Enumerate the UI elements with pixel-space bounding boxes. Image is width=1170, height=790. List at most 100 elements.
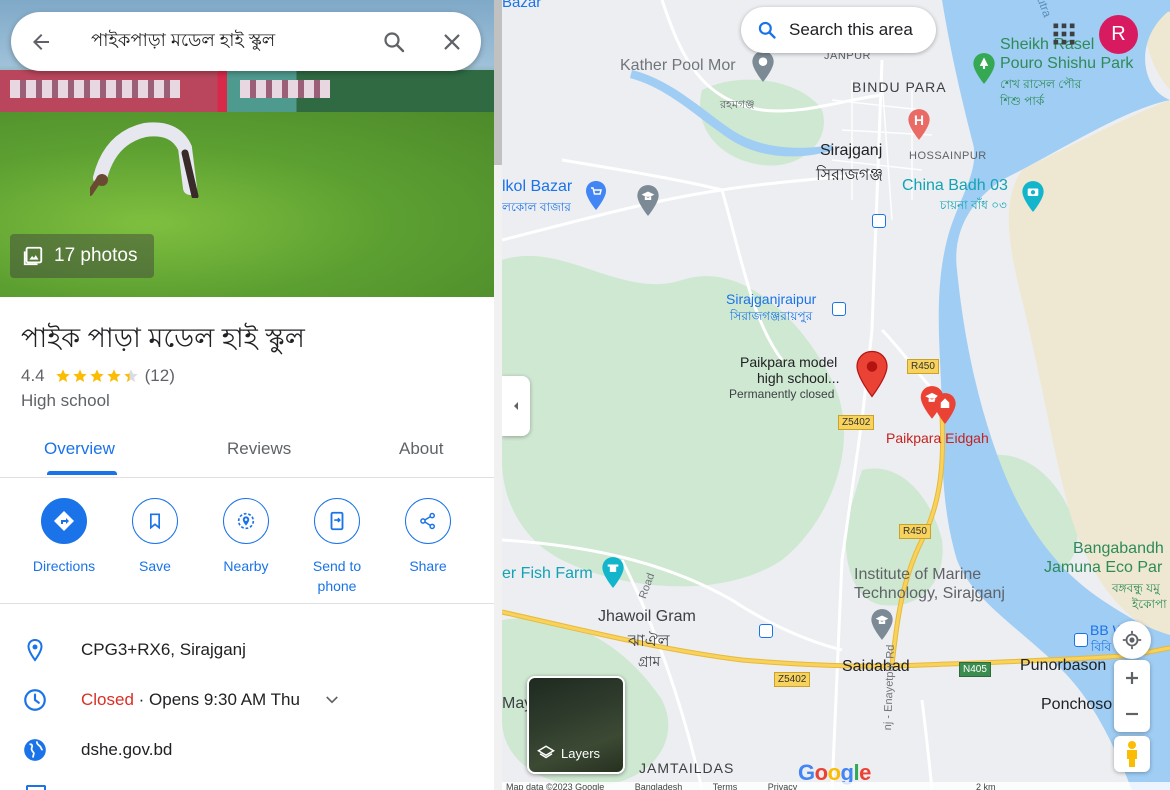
website-row[interactable]: dshe.gov.bd — [0, 725, 494, 775]
eidgah-icon[interactable] — [932, 392, 958, 426]
save-label: Save — [139, 558, 171, 574]
selected-place-label-2[interactable]: high school... — [757, 370, 840, 386]
map-label[interactable]: Bangabandh — [1073, 540, 1164, 558]
place-category[interactable]: High school — [21, 391, 110, 411]
map-label[interactable]: Paikpara Eidgah — [886, 430, 989, 446]
map-label: BINDU PARA — [852, 79, 947, 95]
tab-reviews[interactable]: Reviews — [227, 439, 291, 459]
map-label[interactable]: Technology, Sirajganj — [854, 585, 1005, 603]
privacy-link[interactable]: Privacy — [768, 782, 798, 790]
map-label[interactable]: ইকোপা — [1132, 596, 1167, 616]
zoom-out-button[interactable] — [1124, 696, 1140, 732]
scale-label[interactable]: 2 km — [976, 782, 996, 790]
close-icon — [444, 33, 460, 50]
map-attribution: Map data ©2023 Google — [506, 782, 605, 790]
train-station-icon[interactable] — [832, 302, 846, 316]
tab-overview[interactable]: Overview — [44, 439, 115, 459]
share-label: Share — [409, 558, 447, 574]
school-gray-icon[interactable] — [635, 184, 661, 218]
save-button[interactable]: Save — [109, 498, 201, 576]
hours-row[interactable]: Closed · Opens 9:30 AM Thu — [0, 675, 494, 725]
camera-attraction-icon[interactable] — [1020, 180, 1046, 214]
my-location-icon — [1122, 630, 1142, 650]
account-avatar[interactable]: R — [1099, 15, 1138, 54]
map-label: সিরাজগঞ্জ — [816, 167, 884, 184]
road-shield: Z5402 — [774, 672, 811, 687]
map-label[interactable]: Bazar — [502, 0, 541, 11]
hospital-icon[interactable]: H — [906, 108, 932, 142]
zoom-in-button[interactable] — [1124, 660, 1140, 696]
nearby-button[interactable]: Nearby — [200, 498, 292, 576]
directions-button[interactable]: Directions — [18, 498, 110, 576]
website-link: dshe.gov.bd — [81, 740, 173, 759]
send-to-phone-icon — [330, 511, 344, 531]
collapse-panel-button[interactable] — [502, 376, 530, 436]
map-label[interactable]: চায়না বাঁধ ০৩ — [940, 197, 1007, 217]
directions-icon — [54, 511, 74, 531]
map-label[interactable]: সিরাজগঞ্জরায়পুর — [730, 308, 812, 328]
map-label[interactable]: China Badh 03 — [902, 177, 1008, 195]
road-shield: R450 — [899, 524, 931, 539]
institute-icon[interactable] — [869, 608, 895, 642]
train-station-icon[interactable] — [1074, 633, 1088, 647]
address-row[interactable]: CPG3+RX6, Sirajganj — [0, 625, 494, 675]
selected-place-marker[interactable] — [854, 350, 890, 398]
map-label[interactable]: Institute of Marine — [854, 566, 981, 584]
chevron-down-icon[interactable] — [323, 691, 341, 709]
plus-code: CPG3+RX6, Sirajganj — [81, 640, 246, 659]
photos-button[interactable]: 17 photos — [10, 234, 154, 278]
layers-button[interactable]: Layers — [527, 676, 625, 774]
place-pin-gray-icon[interactable] — [750, 50, 776, 84]
panel-scrollbar[interactable] — [494, 0, 502, 790]
map-label[interactable]: লকোল বাজার — [502, 199, 571, 219]
apps-grid-icon[interactable] — [1050, 20, 1078, 48]
nearby-label: Nearby — [223, 558, 269, 574]
road-shield: R450 — [907, 359, 939, 374]
map-label[interactable]: Sheikh Rasel — [1000, 36, 1094, 54]
map-label[interactable]: শিশু পার্ক — [1000, 93, 1044, 113]
street-view-pegman[interactable] — [1114, 736, 1150, 772]
review-count[interactable]: (12) — [145, 366, 175, 386]
search-icon — [384, 31, 405, 52]
map-label[interactable]: Pouro Shishu Park — [1000, 55, 1133, 73]
map-label[interactable]: Sirajganjraipur — [726, 291, 816, 307]
terms-link[interactable]: Terms — [713, 782, 738, 790]
park-icon[interactable] — [971, 52, 997, 86]
search-button[interactable] — [365, 12, 423, 71]
map-label: Ponchoso — [1041, 696, 1113, 713]
back-button[interactable] — [11, 12, 71, 71]
map-label[interactable]: er Fish Farm — [502, 565, 593, 583]
map-region[interactable]: Bangladesh — [635, 782, 683, 790]
rating-row: 4.4 (12) — [21, 366, 175, 386]
photos-count: 17 photos — [54, 245, 138, 266]
road-shield: Z5402 — [838, 415, 875, 430]
send-to-phone-button[interactable]: Send to phone — [291, 498, 383, 596]
fish-farm-icon[interactable] — [600, 556, 626, 590]
place-panel: 17 photos পাইকপাড়া মডেল হাই স্কুল পাইক … — [0, 0, 494, 790]
selected-place-label[interactable]: Paikpara model — [740, 354, 837, 370]
tab-about[interactable]: About — [399, 439, 443, 459]
clear-search-button[interactable] — [423, 12, 481, 71]
map-label[interactable]: বিবি — [1091, 639, 1111, 659]
train-station-icon[interactable] — [759, 624, 773, 638]
map-label[interactable]: Jamuna Eco Par — [1044, 559, 1162, 577]
place-title: পাইক পাড়া মডেল হাই স্কুল — [21, 323, 305, 353]
rating-stars — [55, 368, 139, 384]
share-button[interactable]: Share — [382, 498, 474, 576]
map-label[interactable]: Kather Pool Mor — [620, 57, 736, 75]
map-label[interactable]: lkol Bazar — [502, 178, 572, 196]
star-icon — [106, 369, 121, 382]
my-location-button[interactable] — [1113, 621, 1151, 659]
send-to-phone-label-2: phone — [317, 578, 357, 594]
search-input[interactable]: পাইকপাড়া মডেল হাই স্কুল — [71, 26, 365, 57]
shopping-cart-icon[interactable] — [584, 180, 608, 212]
search-this-area-button[interactable]: Search this area — [741, 7, 936, 53]
next-row-icon — [26, 785, 46, 790]
map-label: Sirajganj — [820, 142, 883, 159]
map-canvas[interactable]: H R450 Z5402 R450 Z5402 N405 Bazar utra … — [502, 0, 1170, 790]
layers-label: Layers — [561, 745, 601, 761]
selected-place-status: Permanently closed — [729, 387, 835, 401]
train-station-icon[interactable] — [872, 214, 886, 228]
map-label: গ্রাম — [638, 653, 661, 669]
map-label: Jhawoil Gram — [598, 608, 696, 625]
